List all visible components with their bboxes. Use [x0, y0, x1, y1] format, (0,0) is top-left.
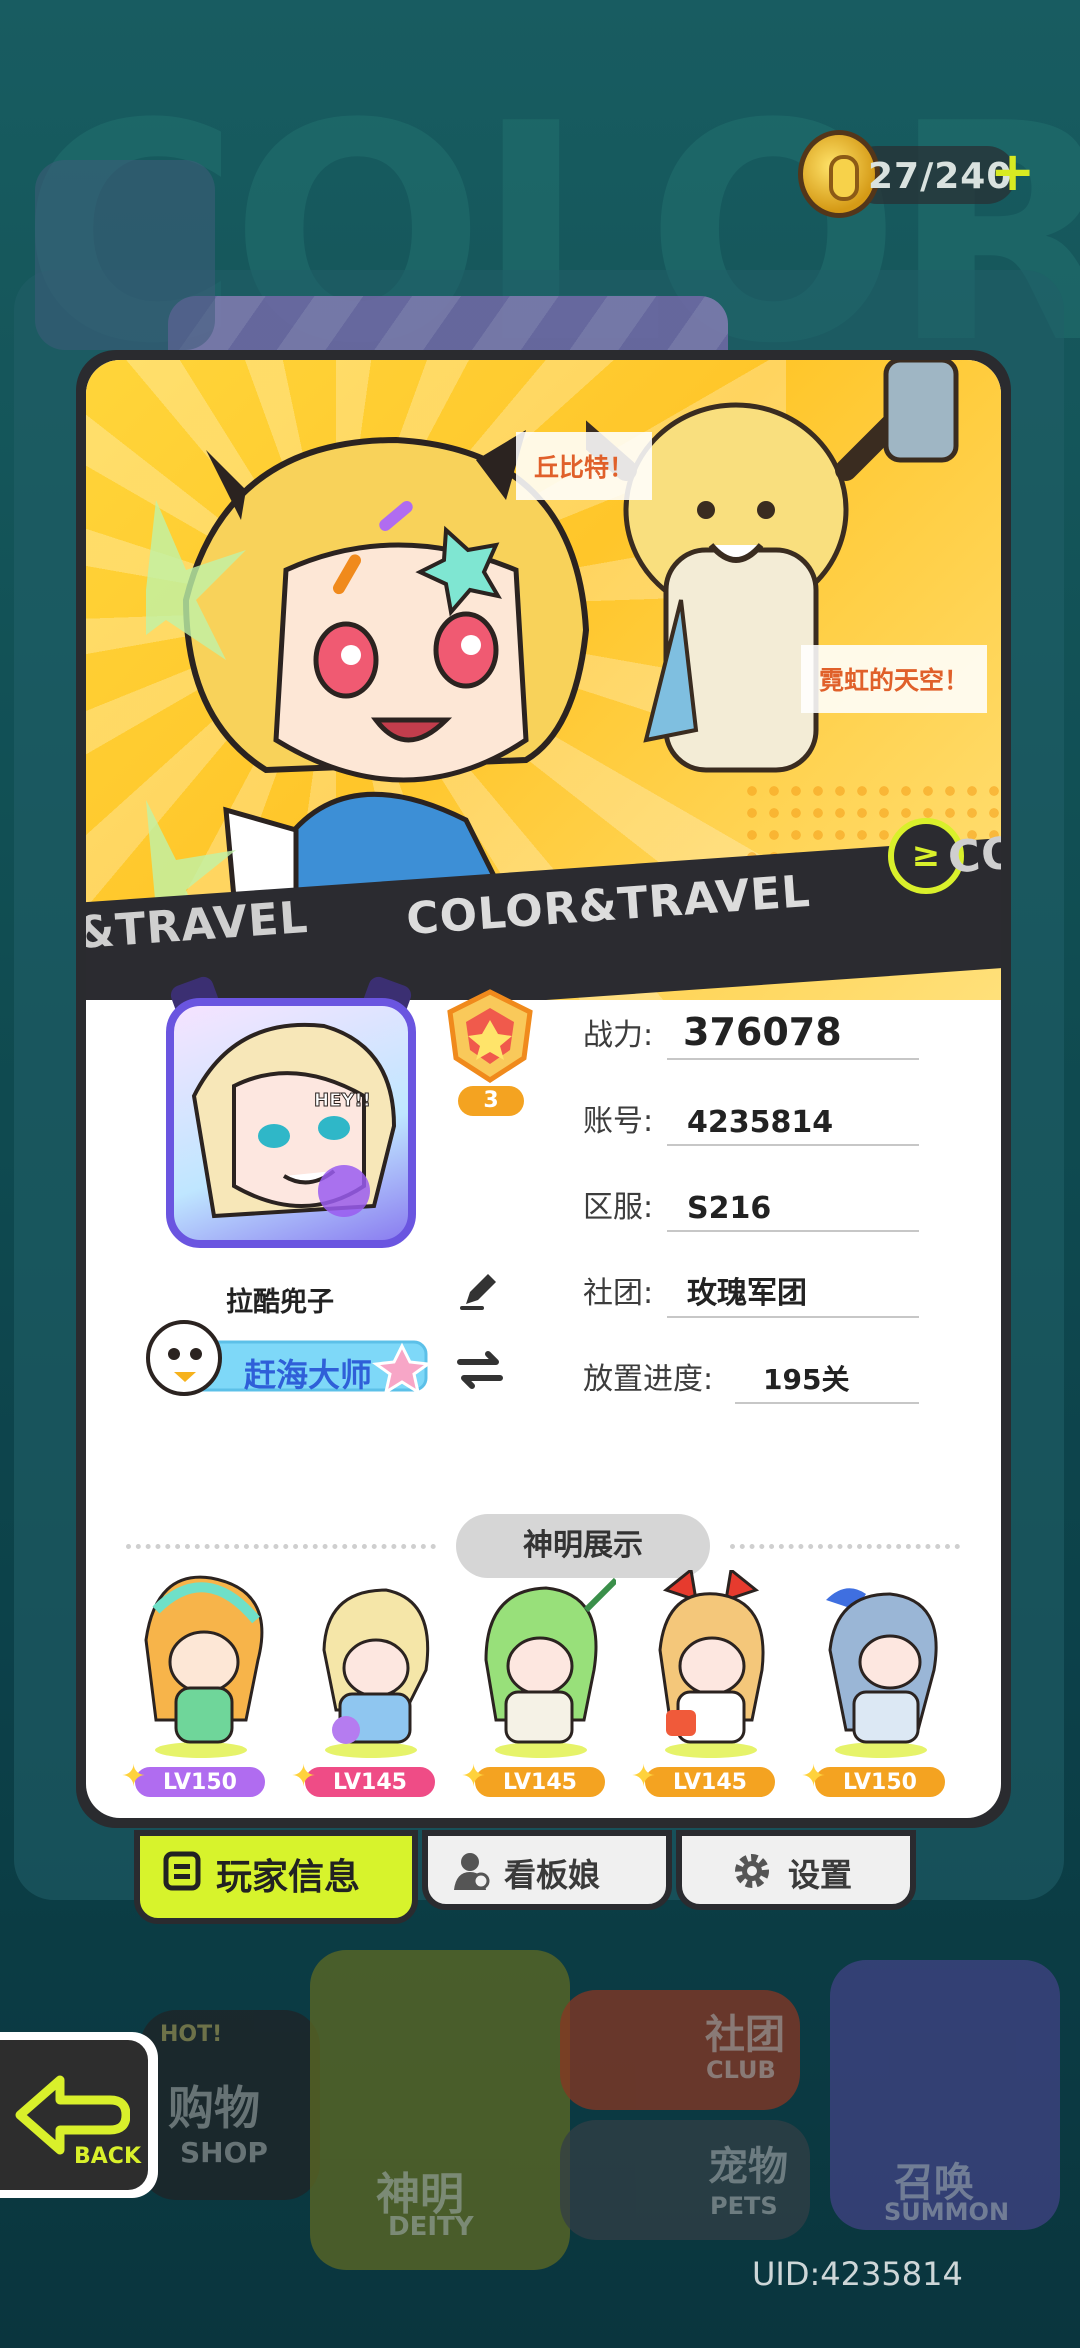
deity-star-icon-2: ✦: [291, 1759, 317, 1794]
deity-slot-3[interactable]: ✦ LV145: [461, 1570, 616, 1810]
deity-star-icon-3: ✦: [461, 1759, 487, 1794]
stat-idle-progress-label: 放置进度:: [583, 1362, 714, 1397]
deity-slot-1[interactable]: ✦ LV150: [121, 1570, 276, 1810]
stat-club-value: 玫瑰军团: [687, 1276, 807, 1311]
edit-name-icon[interactable]: [456, 1266, 504, 1314]
currency-counter: 27/240: [798, 130, 1016, 218]
stat-idle-progress-value: 195关: [763, 1363, 850, 1396]
mascot-icon: [454, 1853, 490, 1890]
back-button-body: BACK: [0, 2040, 148, 2190]
stat-power-value: 376078: [683, 1010, 842, 1054]
deity-level-5: LV150: [843, 1770, 917, 1795]
rank-badge-icon[interactable]: [442, 988, 538, 1084]
avatar-tag-text: HEY!!: [314, 1090, 371, 1111]
deity-header-dots-right: [730, 1544, 960, 1549]
tab-settings-label: 设置: [788, 1856, 853, 1894]
banner-speech-bubble-1: 丘比特！: [516, 432, 653, 500]
tab-settings[interactable]: 设置: [676, 1830, 916, 1910]
stat-server: 区服: S216: [583, 1182, 919, 1232]
ribbon-text-right: CO: [946, 827, 1001, 884]
stat-club-underline: [667, 1316, 919, 1318]
stat-club-label: 社团:: [583, 1276, 654, 1311]
deity-slot-5[interactable]: ✦ LV150: [801, 1570, 956, 1810]
tab-mascot[interactable]: 看板娘: [422, 1830, 672, 1910]
gear-icon: [735, 1854, 769, 1888]
stat-power-label: 战力:: [583, 1018, 654, 1053]
tab-player-info-label: 玩家信息: [216, 1857, 361, 1898]
deity-level-badge-4: ✦ LV145: [631, 1761, 778, 1800]
stat-server-value: S216: [687, 1191, 772, 1226]
deity-level-4: LV145: [673, 1770, 747, 1795]
profile-banner[interactable]: 丘比特！ 霓虹的天空！ &TRAVEL COLOR&TRAVEL ≥ CO: [86, 360, 1001, 1000]
deity-showcase-title: 神明展示: [456, 1514, 710, 1578]
avatar-portrait: HEY!!: [166, 998, 416, 1248]
rank-level-badge: 3: [458, 1086, 524, 1116]
player-avatar[interactable]: HEY!!: [156, 974, 426, 1260]
tab-player-info[interactable]: 玩家信息: [134, 1830, 418, 1924]
deity-header-dots-left: [126, 1544, 436, 1549]
deity-level-1: LV150: [163, 1770, 237, 1795]
deity-star-icon-1: ✦: [121, 1759, 147, 1794]
avatar-character: HEY!!: [191, 1022, 397, 1219]
deity-portrait-2: [322, 1588, 430, 1758]
deity-star-icon-5: ✦: [801, 1759, 827, 1794]
deity-level-3: LV145: [503, 1770, 577, 1795]
deity-portrait-1: [144, 1575, 264, 1758]
back-label: BACK: [74, 2144, 141, 2169]
user-id-label: UID:4235814: [752, 2255, 963, 2293]
title-badge-label: 赶海大师: [244, 1356, 373, 1394]
stat-account: 账号: 4235814: [583, 1096, 919, 1146]
deity-portrait-3: [484, 1577, 616, 1758]
stat-account-underline: [667, 1144, 919, 1146]
stat-club: 社团: 玫瑰军团: [583, 1268, 919, 1318]
deity-slot-4[interactable]: ✦ LV145: [631, 1570, 786, 1810]
deity-level-2: LV145: [333, 1770, 407, 1795]
deity-star-icon-4: ✦: [631, 1759, 657, 1794]
deity-level-badge-1: ✦ LV150: [121, 1761, 268, 1800]
add-currency-button[interactable]: +: [990, 140, 1035, 203]
profile-card: 丘比特！ 霓虹的天空！ &TRAVEL COLOR&TRAVEL ≥ CO HE: [76, 350, 1011, 1828]
deity-slot-2[interactable]: ✦ LV145: [291, 1570, 446, 1810]
stat-power: 战力: 376078: [583, 1010, 919, 1060]
player-info-icon: [163, 1851, 201, 1891]
stat-server-underline: [667, 1230, 919, 1232]
tab-mascot-label: 看板娘: [504, 1856, 601, 1894]
swap-title-icon[interactable]: [452, 1348, 508, 1392]
stat-power-underline: [667, 1058, 919, 1060]
stat-account-value: 4235814: [687, 1105, 834, 1140]
deity-portrait-5: [826, 1588, 938, 1758]
profile-card-body: 丘比特！ 霓虹的天空！ &TRAVEL COLOR&TRAVEL ≥ CO HE: [86, 360, 1001, 1818]
deity-level-badge-3: ✦ LV145: [461, 1761, 608, 1800]
banner-speech-bubble-2: 霓虹的天空！: [801, 645, 988, 713]
back-button[interactable]: BACK: [0, 2032, 158, 2198]
stat-account-label: 账号:: [583, 1104, 654, 1139]
stat-server-label: 区服:: [583, 1190, 654, 1225]
stat-idle-progress-underline: [735, 1402, 919, 1404]
title-badge[interactable]: 赶海大师: [136, 1308, 436, 1404]
deity-level-badge-2: ✦ LV145: [291, 1761, 438, 1800]
deity-portrait-4: [658, 1570, 765, 1758]
stat-idle-progress: 放置进度: 195关: [583, 1354, 919, 1404]
deity-level-badge-5: ✦ LV150: [801, 1761, 948, 1800]
